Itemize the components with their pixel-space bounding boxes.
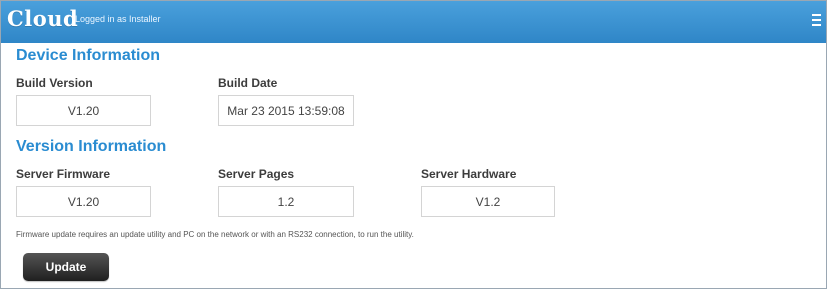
top-bar: Cloud Logged in as Installer <box>1 1 826 43</box>
device-information-title: Device Information <box>16 47 161 64</box>
firmware-update-note: Firmware update requires an update utili… <box>16 230 414 239</box>
hamburger-menu-icon[interactable] <box>812 14 821 26</box>
cloud-logo: Cloud <box>7 6 79 31</box>
server-hardware-value: V1.2 <box>421 186 555 217</box>
update-button[interactable]: Update <box>23 253 109 281</box>
server-pages-label: Server Pages <box>218 167 295 181</box>
page-frame: Cloud Logged in as Installer Device Info… <box>0 0 827 289</box>
build-date-value: Mar 23 2015 13:59:08 <box>218 95 354 126</box>
build-version-value: V1.20 <box>16 95 151 126</box>
server-pages-value: 1.2 <box>218 186 354 217</box>
login-status: Logged in as Installer <box>75 14 161 24</box>
build-version-label: Build Version <box>16 76 93 90</box>
version-information-title: Version Information <box>16 138 167 155</box>
server-hardware-label: Server Hardware <box>421 167 517 181</box>
server-firmware-label: Server Firmware <box>16 167 111 181</box>
build-date-label: Build Date <box>218 76 278 90</box>
server-firmware-value: V1.20 <box>16 186 151 217</box>
